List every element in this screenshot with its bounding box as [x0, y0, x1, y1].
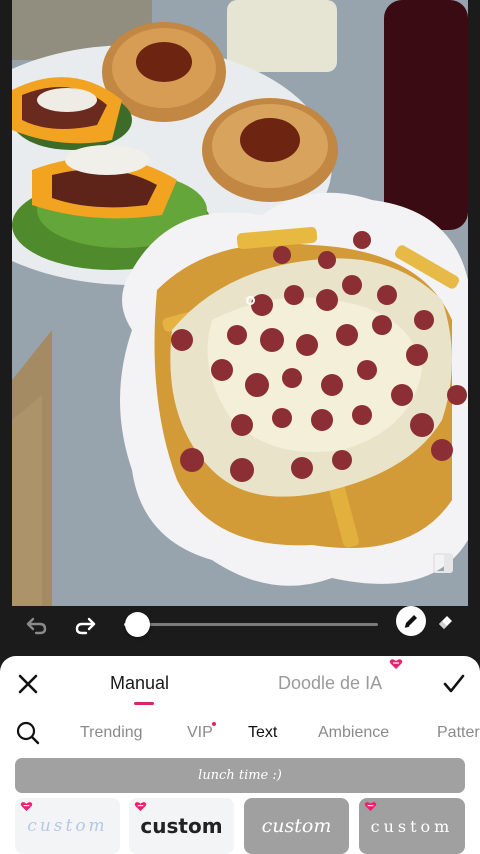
category-trending[interactable]: Trending — [80, 724, 143, 742]
redo-icon — [75, 617, 96, 635]
text-style-option[interactable]: custom — [359, 798, 465, 854]
style-preview-text: custom — [370, 816, 454, 836]
undo-icon — [26, 617, 47, 635]
vip-heart-icon — [364, 802, 377, 812]
doodle-editor-screen: Manual Doodle de IA Trending VIP Text Am… — [0, 0, 480, 854]
category-pattern[interactable]: Pattern — [437, 724, 480, 742]
search-icon[interactable] — [15, 720, 41, 746]
undo-button[interactable] — [22, 610, 52, 640]
style-preview-text: custom — [140, 814, 223, 838]
active-tab-indicator — [134, 702, 154, 705]
food-photo — [12, 0, 468, 606]
text-input-preview[interactable]: lunch time :) — [15, 758, 465, 793]
vip-heart-icon — [134, 802, 147, 812]
photo-canvas[interactable] — [12, 0, 468, 606]
tab-manual[interactable]: Manual — [110, 673, 169, 694]
pen-icon — [404, 615, 417, 628]
category-ambience[interactable]: Ambience — [318, 724, 389, 742]
drawing-toolbar — [0, 606, 480, 646]
redo-button[interactable] — [70, 610, 100, 640]
text-style-option[interactable]: custom — [244, 798, 349, 854]
style-preview-text: custom — [261, 815, 332, 837]
tab-doodle-ai[interactable]: Doodle de IA — [278, 673, 382, 694]
vip-heart-icon — [20, 802, 33, 812]
brush-size-thumb[interactable] — [124, 612, 150, 637]
brush-size-track[interactable] — [124, 623, 378, 626]
close-icon[interactable] — [14, 670, 42, 698]
text-style-option[interactable]: custom — [129, 798, 234, 854]
compare-icon[interactable] — [433, 553, 453, 573]
confirm-check-icon[interactable] — [440, 670, 468, 698]
pen-button[interactable] — [396, 606, 426, 636]
vip-heart-icon — [389, 659, 403, 669]
category-vip[interactable]: VIP — [187, 724, 213, 742]
brush-cursor — [246, 296, 255, 305]
new-dot-badge — [212, 722, 216, 726]
text-style-option[interactable]: custom — [15, 798, 120, 854]
style-preview-text: custom — [27, 816, 108, 836]
doodle-panel: Manual Doodle de IA Trending VIP Text Am… — [0, 656, 480, 854]
eraser-icon — [439, 616, 452, 629]
category-text[interactable]: Text — [248, 724, 277, 742]
eraser-button[interactable] — [431, 606, 461, 636]
